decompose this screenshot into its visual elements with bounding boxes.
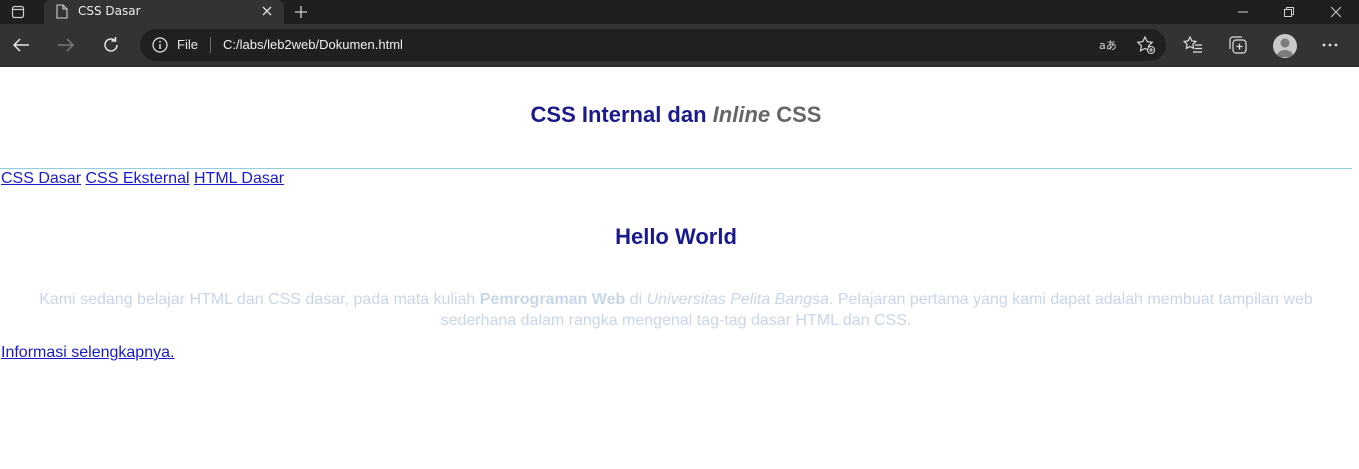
- back-icon[interactable]: [9, 33, 33, 57]
- hello-heading: Hello World: [615, 224, 737, 249]
- site-info-icon[interactable]: [152, 37, 168, 53]
- para-text-2: di: [625, 291, 647, 308]
- intro-paragraph: Kami sedang belajar HTML dan CSS dasar, …: [20, 289, 1332, 331]
- title-inline-css: Inline CSS: [713, 102, 822, 127]
- link-css-dasar[interactable]: CSS Dasar: [1, 170, 81, 187]
- profile-avatar[interactable]: [1273, 34, 1297, 58]
- page-icon: [56, 4, 68, 22]
- forward-icon: [54, 33, 78, 57]
- page-title: CSS Internal dan Inline CSS: [0, 102, 1352, 128]
- title-part-main: CSS Internal dan: [530, 102, 713, 127]
- para-text-1: Kami sedang belajar HTML dan CSS dasar, …: [39, 291, 480, 308]
- collections-icon[interactable]: [1227, 34, 1249, 56]
- restore-icon[interactable]: [1276, 0, 1302, 24]
- address-bar[interactable]: File C:/labs/leb2web/Dokumen.html aあ: [140, 29, 1166, 61]
- title-part-css: CSS: [770, 102, 822, 127]
- more-info-link[interactable]: Informasi selengkapnya.: [1, 344, 174, 362]
- url-text[interactable]: C:/labs/leb2web/Dokumen.html: [223, 37, 403, 52]
- browser-toolbar: File C:/labs/leb2web/Dokumen.html aあ: [0, 24, 1359, 67]
- close-tab-icon[interactable]: [258, 2, 276, 20]
- tab-title: CSS Dasar: [78, 4, 141, 18]
- page-content: CSS Internal dan Inline CSS CSS Dasar CS…: [0, 67, 1359, 469]
- horizontal-rule: [0, 168, 1352, 169]
- svg-text:aあ: aあ: [1099, 39, 1117, 52]
- read-aloud-icon[interactable]: aあ: [1098, 35, 1118, 55]
- para-italic: Universitas Pelita Bangsa: [646, 291, 829, 308]
- minimize-icon[interactable]: [1230, 0, 1256, 24]
- title-part-inline: Inline: [712, 102, 771, 127]
- address-divider: [210, 37, 211, 53]
- link-html-dasar[interactable]: HTML Dasar: [194, 170, 284, 187]
- more-options-icon[interactable]: [1319, 34, 1341, 56]
- refresh-icon[interactable]: [99, 33, 123, 57]
- favorites-icon[interactable]: [1182, 34, 1204, 56]
- tab-actions-icon[interactable]: [8, 0, 28, 24]
- new-tab-icon[interactable]: [290, 0, 312, 24]
- scheme-label: File: [177, 37, 198, 52]
- para-bold: Pemrograman Web: [479, 291, 626, 308]
- link-css-eksternal[interactable]: CSS Eksternal: [85, 170, 189, 187]
- close-window-icon[interactable]: [1323, 0, 1349, 24]
- add-favorite-icon[interactable]: [1136, 35, 1156, 55]
- tab-css-dasar[interactable]: CSS Dasar: [44, 0, 284, 24]
- browser-titlebar: CSS Dasar: [0, 0, 1359, 24]
- nav-links: CSS Dasar CSS Eksternal HTML Dasar: [1, 170, 284, 188]
